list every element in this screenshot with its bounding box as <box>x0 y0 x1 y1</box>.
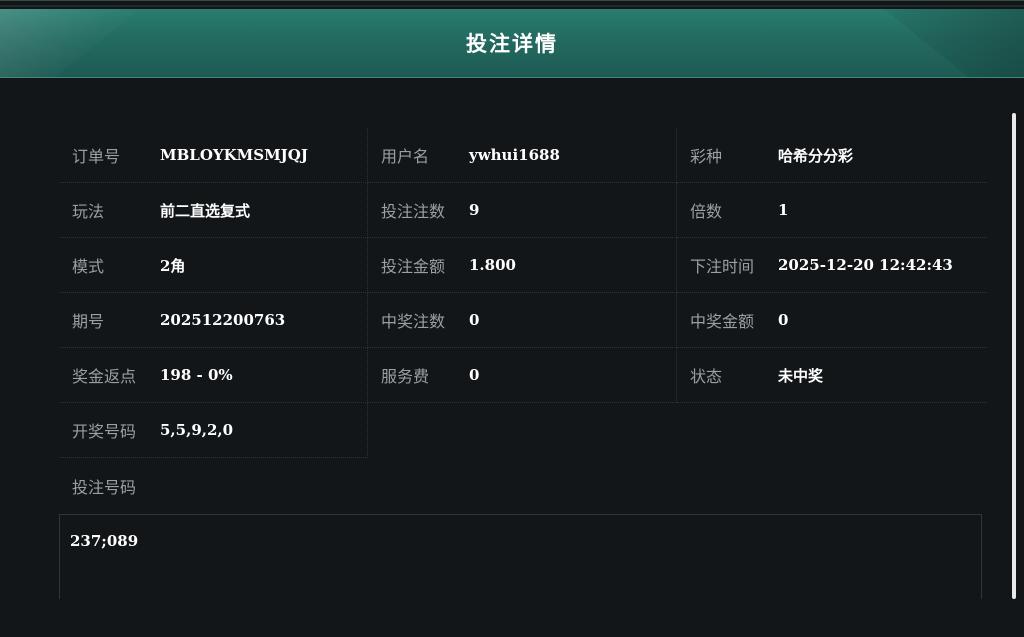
field-value: 0 <box>469 366 480 384</box>
field-value: 202512200763 <box>160 311 286 329</box>
modal-title: 投注详情 <box>466 32 558 56</box>
field-value: 未中奖 <box>778 366 824 385</box>
field-value: 1.800 <box>469 256 516 274</box>
field-value: 0 <box>469 311 480 329</box>
field-label: 模式 <box>72 257 105 276</box>
top-border <box>0 5 1024 7</box>
field-issue-number: 期号 202512200763 <box>59 293 368 348</box>
empty-cell <box>677 403 987 458</box>
field-label: 奖金返点 <box>72 367 137 386</box>
field-value: 0 <box>778 311 789 329</box>
field-label: 服务费 <box>381 367 430 386</box>
field-username: 用户名 ywhui1688 <box>368 128 677 183</box>
field-bet-amount: 投注金额 1.800 <box>368 238 677 293</box>
field-multiplier: 倍数 1 <box>677 183 987 238</box>
field-label: 中奖注数 <box>381 312 446 331</box>
field-play-method: 玩法 前二直选复式 <box>59 183 368 238</box>
field-win-amount: 中奖金额 0 <box>677 293 987 348</box>
field-bet-time: 下注时间 2025-12-20 12:42:43 <box>677 238 987 293</box>
field-label: 彩种 <box>690 147 723 166</box>
field-mode: 模式 2角 <box>59 238 368 293</box>
field-service-fee: 服务费 0 <box>368 348 677 403</box>
scrollbar[interactable] <box>1012 113 1016 599</box>
field-value: 2025-12-20 12:42:43 <box>778 256 953 274</box>
field-label: 订单号 <box>72 147 121 166</box>
field-label: 投注注数 <box>381 202 446 221</box>
field-value: 9 <box>469 201 480 219</box>
field-label: 期号 <box>72 312 105 331</box>
field-value: 198 - 0% <box>160 366 233 384</box>
field-draw-number: 开奖号码 5,5,9,2,0 <box>59 403 368 458</box>
field-label: 开奖号码 <box>72 422 137 441</box>
field-status: 状态 未中奖 <box>677 348 987 403</box>
bet-detail-modal: 投注详情 订单号 MBLOYKMSMJQJ 用户名 ywhui1688 彩种 哈… <box>0 0 1024 637</box>
bet-number-box: 237;089 <box>59 514 982 604</box>
field-label: 倍数 <box>690 202 723 221</box>
field-label: 中奖金额 <box>690 312 755 331</box>
detail-grid: 订单号 MBLOYKMSMJQJ 用户名 ywhui1688 彩种 哈希分分彩 … <box>59 128 987 458</box>
field-order-number: 订单号 MBLOYKMSMJQJ <box>59 128 368 183</box>
field-value: ywhui1688 <box>469 146 560 164</box>
field-value: 1 <box>778 201 789 219</box>
field-label: 下注时间 <box>690 257 755 276</box>
field-value: 2角 <box>160 256 186 275</box>
field-label: 用户名 <box>381 147 430 166</box>
footer-area <box>0 599 1024 637</box>
field-value: 哈希分分彩 <box>778 146 854 165</box>
field-label: 状态 <box>690 367 723 386</box>
bet-number-value: 237;089 <box>70 532 139 550</box>
field-win-count: 中奖注数 0 <box>368 293 677 348</box>
field-bet-count: 投注注数 9 <box>368 183 677 238</box>
field-lottery-type: 彩种 哈希分分彩 <box>677 128 987 183</box>
field-rebate: 奖金返点 198 - 0% <box>59 348 368 403</box>
field-value: MBLOYKMSMJQJ <box>160 146 308 164</box>
bet-number-label: 投注号码 <box>72 477 137 497</box>
field-label: 投注金额 <box>381 257 446 276</box>
detail-content: 订单号 MBLOYKMSMJQJ 用户名 ywhui1688 彩种 哈希分分彩 … <box>59 128 987 513</box>
empty-cell <box>368 403 677 458</box>
field-value: 5,5,9,2,0 <box>160 421 234 439</box>
bet-number-label-row: 投注号码 <box>59 458 987 513</box>
field-label: 玩法 <box>72 202 105 221</box>
field-value: 前二直选复式 <box>160 201 251 220</box>
modal-header: 投注详情 <box>0 9 1024 78</box>
